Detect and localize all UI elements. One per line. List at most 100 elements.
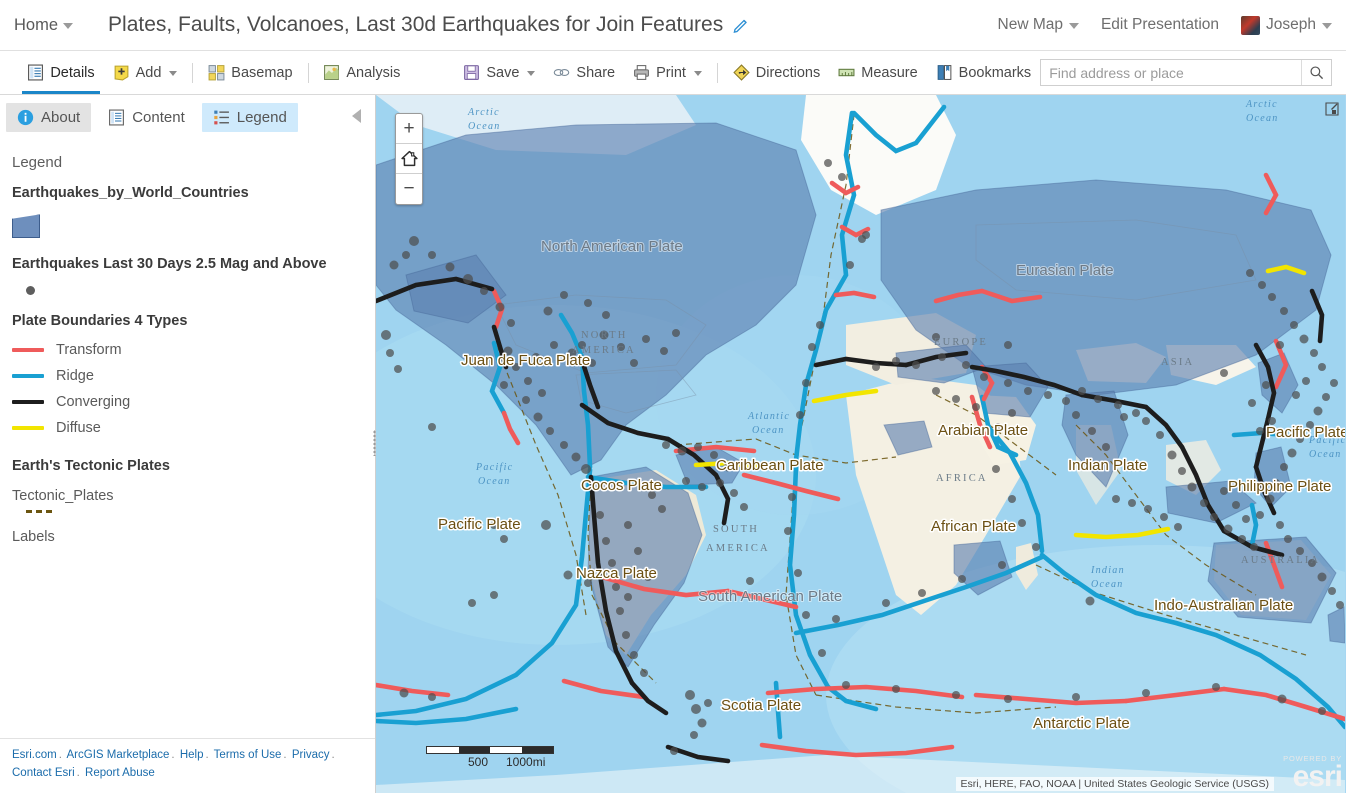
chevron-down-icon bbox=[693, 71, 702, 76]
toolbar-divider bbox=[192, 62, 194, 83]
scalebar-bar bbox=[426, 746, 554, 754]
scalebar-end-label: 1000mi bbox=[506, 755, 546, 769]
chevron-down-icon bbox=[169, 71, 178, 76]
legend-layer-plate-boundaries: Plate Boundaries 4 Types Transform Ridge… bbox=[12, 313, 363, 436]
footer-links: Esri.com. ArcGIS Marketplace. Help. Term… bbox=[0, 738, 375, 793]
svg-text:Arctic: Arctic bbox=[1245, 99, 1278, 110]
legend-layer-title: Plate Boundaries 4 Types bbox=[12, 312, 188, 329]
svg-text:Philippine Plate: Philippine Plate bbox=[1228, 478, 1331, 495]
svg-text:Arctic: Arctic bbox=[467, 107, 500, 118]
legend-item-label: Converging bbox=[56, 394, 131, 411]
legend-item-label: Transform bbox=[56, 342, 122, 359]
toolbar-save-label: Save bbox=[486, 64, 520, 81]
edit-presentation-label: Edit Presentation bbox=[1100, 16, 1220, 33]
map-zoom-controls[interactable]: + − bbox=[395, 113, 423, 205]
search-input[interactable] bbox=[1041, 60, 1301, 85]
svg-text:Pacific Plate: Pacific Plate bbox=[438, 516, 521, 533]
edit-presentation-link[interactable]: Edit Presentation bbox=[1101, 16, 1219, 34]
toolbar-divider bbox=[716, 62, 718, 83]
svg-text:Pacific Plate: Pacific Plate bbox=[1266, 424, 1345, 441]
user-menu[interactable]: Joseph bbox=[1241, 15, 1332, 35]
analysis-icon bbox=[324, 65, 340, 80]
panel-tab-bar: About Content Legend bbox=[0, 95, 375, 138]
svg-text:Ocean: Ocean bbox=[1091, 579, 1124, 590]
toolbar-add-button[interactable]: Add bbox=[104, 51, 187, 94]
footer-link-marketplace[interactable]: ArcGIS Marketplace bbox=[67, 749, 170, 761]
svg-text:AFRICA: AFRICA bbox=[936, 473, 988, 484]
toolbar-basemap-label: Basemap bbox=[231, 64, 293, 81]
tab-about[interactable]: About bbox=[6, 103, 92, 132]
svg-text:Indian Plate: Indian Plate bbox=[1068, 457, 1147, 474]
toolbar-details-button[interactable]: Details bbox=[18, 51, 103, 94]
tab-content-label: Content bbox=[132, 109, 185, 126]
point-swatch-icon bbox=[26, 285, 35, 295]
tab-legend[interactable]: Legend bbox=[201, 103, 298, 132]
search-box[interactable] bbox=[1040, 59, 1332, 86]
footer-link-contact[interactable]: Contact Esri bbox=[12, 767, 75, 779]
legend-swatch-row bbox=[12, 214, 363, 239]
legend-panel: Legend Earthquakes_by_World_Countries Ea… bbox=[0, 138, 375, 793]
svg-text:SOUTH: SOUTH bbox=[713, 524, 759, 535]
chevron-down-icon bbox=[1322, 23, 1332, 29]
legend-layer-earthquakes-by-country: Earthquakes_by_World_Countries bbox=[12, 185, 363, 239]
toolbar-print-button[interactable]: Print bbox=[624, 51, 711, 94]
svg-text:AMERICA: AMERICA bbox=[706, 543, 770, 554]
legend-item-label: Diffuse bbox=[56, 420, 101, 437]
svg-text:Arabian Plate: Arabian Plate bbox=[938, 422, 1028, 439]
search-button[interactable] bbox=[1301, 60, 1331, 85]
zoom-in-button[interactable]: + bbox=[396, 114, 422, 144]
basemap-icon bbox=[208, 65, 225, 81]
footer-link-esri-com[interactable]: Esri.com bbox=[12, 749, 57, 761]
svg-text:Antarctic Plate: Antarctic Plate bbox=[1033, 715, 1130, 732]
svg-text:Indo-Australian Plate: Indo-Australian Plate bbox=[1154, 597, 1293, 614]
tab-content[interactable]: Content bbox=[97, 103, 196, 132]
chevron-left-icon[interactable] bbox=[352, 109, 361, 123]
toolbar-save-button[interactable]: Save bbox=[454, 51, 544, 94]
search-icon bbox=[1310, 66, 1324, 80]
legend-item-ridge: Ridge bbox=[12, 368, 363, 384]
polygon-swatch-icon bbox=[12, 214, 40, 239]
details-icon bbox=[28, 64, 44, 81]
expand-icon bbox=[1325, 102, 1339, 116]
expand-map-button[interactable] bbox=[1322, 99, 1342, 119]
home-extent-button[interactable] bbox=[396, 144, 422, 174]
toolbar-share-button[interactable]: Share bbox=[544, 51, 624, 94]
toolbar-print-label: Print bbox=[656, 64, 686, 81]
legend-layer-tectonic-plates-group: Earth's Tectonic Plates Tectonic_Plates … bbox=[12, 458, 363, 544]
legend-layer-title: Earth's Tectonic Plates bbox=[12, 458, 170, 475]
footer-link-privacy[interactable]: Privacy bbox=[292, 749, 330, 761]
scalebar-mid-label: 500 bbox=[468, 755, 489, 769]
scalebar-labels: 500 1000mi bbox=[426, 755, 576, 769]
printer-icon bbox=[634, 65, 650, 80]
toolbar-bookmarks-button[interactable]: Bookmarks bbox=[927, 51, 1041, 94]
header-right-links: New Map Edit Presentation Joseph bbox=[998, 15, 1332, 35]
pencil-icon[interactable] bbox=[733, 17, 749, 33]
chevron-down-icon bbox=[1068, 23, 1079, 29]
map-scalebar: 500 1000mi bbox=[426, 746, 576, 769]
map-canvas[interactable]: Arctic Ocean Arctic Ocean Atlantic Ocean… bbox=[376, 95, 1346, 793]
toolbar-measure-button[interactable]: Measure bbox=[829, 51, 926, 94]
svg-text:AUSTRALIA: AUSTRALIA bbox=[1241, 555, 1320, 566]
svg-text:Caribbean Plate: Caribbean Plate bbox=[716, 457, 824, 474]
toolbar-share-label: Share bbox=[576, 64, 616, 81]
svg-text:Cocos Plate: Cocos Plate bbox=[581, 477, 662, 494]
toolbar-basemap-button[interactable]: Basemap bbox=[199, 51, 301, 94]
svg-text:African Plate: African Plate bbox=[931, 518, 1016, 535]
zoom-out-button[interactable]: − bbox=[396, 174, 422, 204]
svg-text:Ocean: Ocean bbox=[1246, 113, 1279, 124]
toolbar-analysis-button[interactable]: Analysis bbox=[314, 51, 409, 94]
map-toolbar: Details Add Basemap Analysis Save Share … bbox=[0, 51, 1346, 95]
add-icon bbox=[114, 65, 129, 81]
svg-text:EUROPE: EUROPE bbox=[934, 337, 988, 348]
footer-link-terms[interactable]: Terms of Use bbox=[214, 749, 282, 761]
footer-link-help[interactable]: Help bbox=[180, 749, 204, 761]
toolbar-directions-button[interactable]: Directions bbox=[724, 51, 829, 94]
page-title: Plates, Faults, Volcanoes, Last 30d Eart… bbox=[108, 13, 724, 36]
footer-link-report-abuse[interactable]: Report Abuse bbox=[85, 767, 155, 779]
new-map-menu[interactable]: New Map bbox=[998, 16, 1079, 34]
save-icon bbox=[464, 65, 480, 80]
home-menu[interactable]: Home bbox=[14, 16, 74, 35]
svg-text:South American Plate: South American Plate bbox=[698, 588, 842, 605]
share-link-icon bbox=[554, 69, 570, 76]
legend-layer-title: Earthquakes Last 30 Days 2.5 Mag and Abo… bbox=[12, 256, 327, 273]
